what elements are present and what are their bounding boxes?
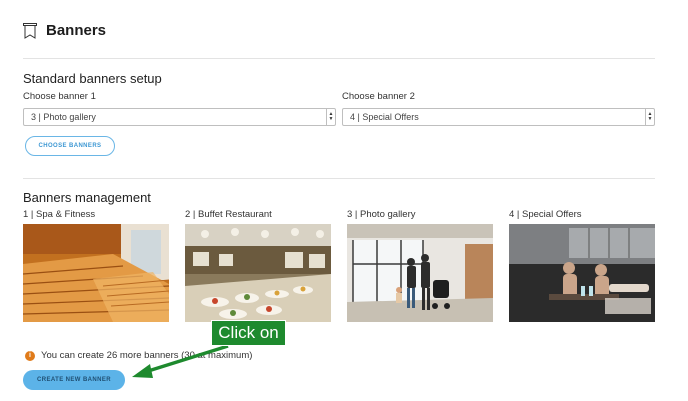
- banner-label-4: 4 | Special Offers: [509, 209, 582, 220]
- standard-setup-title: Standard banners setup: [23, 71, 162, 86]
- info-message: i You can create 26 more banners (30 at …: [25, 350, 252, 361]
- banner-image-gallery[interactable]: [347, 224, 493, 322]
- create-new-banner-button[interactable]: CREATE NEW BANNER: [23, 370, 125, 390]
- page-header: Banners: [23, 22, 106, 39]
- select-arrows-icon: ▲ ▼: [326, 109, 335, 125]
- divider: [23, 178, 655, 179]
- banner-label-1: 1 | Spa & Fitness: [23, 209, 96, 220]
- banner1-select[interactable]: 3 | Photo gallery ▲ ▼: [23, 108, 336, 126]
- banner-label-2: 2 | Buffet Restaurant: [185, 209, 272, 220]
- management-title: Banners management: [23, 190, 151, 205]
- page-title: Banners: [46, 22, 107, 39]
- banner2-select[interactable]: 4 | Special Offers ▲ ▼: [342, 108, 655, 126]
- banner-icon: [23, 22, 37, 39]
- divider: [23, 58, 655, 59]
- banner-image-buffet[interactable]: [185, 224, 331, 322]
- banner-image-spa[interactable]: [23, 224, 169, 322]
- banner-label-3: 3 | Photo gallery: [347, 209, 416, 220]
- banner1-select-value: 3 | Photo gallery: [31, 112, 96, 122]
- info-icon: i: [25, 350, 35, 361]
- banner1-label: Choose banner 1: [23, 91, 96, 102]
- banner2-label: Choose banner 2: [342, 91, 415, 102]
- choose-banners-button[interactable]: CHOOSE BANNERS: [25, 136, 115, 156]
- select-arrows-icon: ▲ ▼: [645, 109, 654, 125]
- info-text: You can create 26 more banners (30 at ma…: [41, 350, 253, 361]
- banner-image-offers[interactable]: [509, 224, 655, 322]
- tutorial-callout: Click on: [211, 320, 286, 346]
- banner2-select-value: 4 | Special Offers: [350, 112, 419, 122]
